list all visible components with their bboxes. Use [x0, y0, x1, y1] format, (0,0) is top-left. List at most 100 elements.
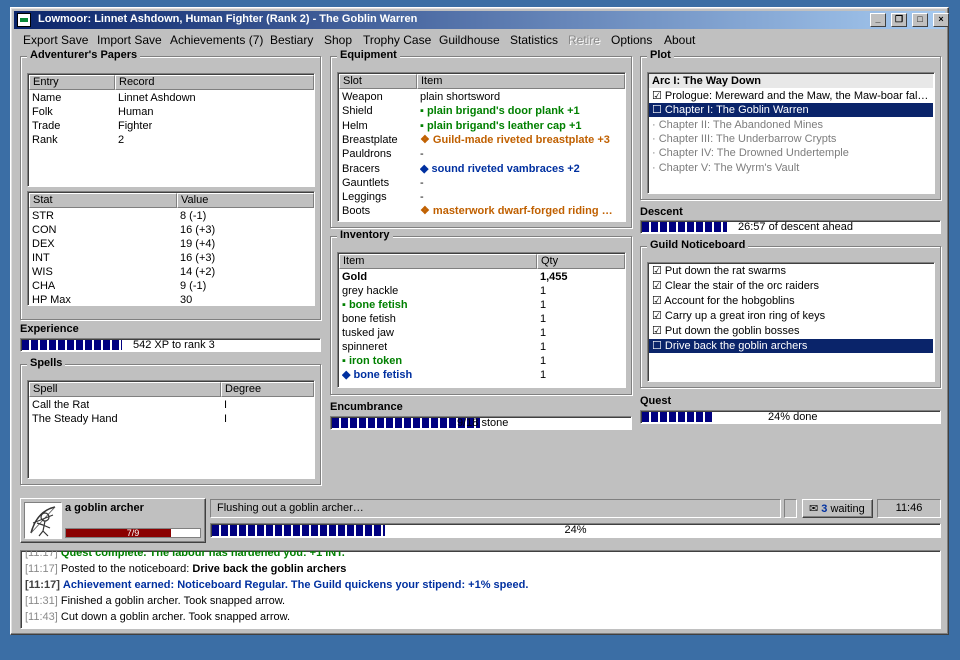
menu-bar: Export Save Import Save Achievements (7)… — [14, 31, 945, 49]
title-bar[interactable]: Lowmoor: Linnet Ashdown, Human Fighter (… — [14, 11, 949, 29]
stats-row[interactable]: INT 16 (+3) — [29, 251, 313, 265]
plot-item[interactable]: · Chapter III: The Underbarrow Crypts — [649, 132, 933, 146]
plot-item[interactable]: ☑ Prologue: Mereward and the Maw, the Ma… — [649, 89, 933, 103]
equipment-row[interactable]: Boots ❖ masterwork dwarf-forged riding … — [339, 204, 624, 218]
menu-bestiary[interactable]: Bestiary — [270, 33, 313, 47]
noticeboard-item[interactable]: ☐ Drive back the goblin archers — [649, 339, 933, 353]
stats-row[interactable]: HP Max 30 — [29, 293, 313, 306]
menu-shop[interactable]: Shop — [324, 33, 352, 47]
plot-arc-header: Arc I: The Way Down — [649, 74, 933, 88]
plot-item[interactable]: ☐ Chapter I: The Goblin Warren — [649, 103, 933, 118]
stats-list[interactable]: Stat Value STR 8 (-1) CON 16 (+3) DEX 19 (+4)… — [27, 191, 315, 306]
quest-bar-fill — [642, 412, 712, 422]
menu-import-save[interactable]: Import Save — [97, 33, 162, 47]
experience-label: Experience — [20, 323, 79, 335]
menu-trophy-case[interactable]: Trophy Case — [363, 33, 431, 47]
inventory-qty: 1 — [540, 299, 547, 311]
menu-achievements[interactable]: Achievements (7) — [170, 33, 263, 47]
log-line: [11:31] Finished a goblin archer. Took s… — [25, 595, 285, 607]
spells-list[interactable]: Spell Degree Call the Rat I The Steady Han… — [27, 380, 315, 479]
equipment-row[interactable]: Breastplate ❖ Guild-made riveted breastpl… — [339, 133, 624, 147]
stats-cell-value: 30 — [180, 294, 193, 306]
stats-cell-value: 14 (+2) — [180, 266, 216, 278]
plot-item[interactable]: · Chapter II: The Abandoned Mines — [649, 118, 933, 132]
stats-cell-key: CHA — [32, 280, 56, 292]
stats-cell-key: STR — [32, 210, 54, 222]
inventory-header-item[interactable]: Item — [339, 254, 537, 269]
inventory-row[interactable]: bone fetish 1 — [339, 312, 624, 326]
plot-list[interactable]: Arc I: The Way Down ☑ Prologue: Mereward… — [647, 72, 935, 194]
stats-cell-value: 19 (+4) — [180, 238, 216, 250]
plot-item[interactable]: · Chapter IV: The Drowned Undertemple — [649, 146, 933, 160]
noticeboard-item[interactable]: ☑ Account for the hobgoblins — [649, 294, 933, 308]
papers-row[interactable]: Trade Fighter — [29, 119, 313, 133]
equipment-row[interactable]: Bracers ◆ sound riveted vambraces +2 — [339, 162, 624, 176]
equipment-header-slot[interactable]: Slot — [339, 74, 417, 89]
equipment-row[interactable]: Shield ▪ plain brigand's door plank +1 — [339, 104, 624, 118]
inventory-row[interactable]: Gold 1,455 — [339, 270, 624, 284]
inventory-row[interactable] — [339, 382, 624, 387]
inventory-row[interactable]: spinneret 1 — [339, 340, 624, 354]
inventory-title: Inventory — [337, 229, 393, 241]
inventory-row[interactable]: ▪ bone fetish 1 — [339, 298, 624, 312]
papers-row[interactable]: Folk Human — [29, 105, 313, 119]
app-icon — [17, 13, 31, 27]
noticeboard-item[interactable]: ☑ Put down the rat swarms — [649, 264, 933, 278]
stats-header-stat[interactable]: Stat — [29, 193, 177, 208]
descent-bar-fill — [642, 222, 727, 232]
equipment-row[interactable]: Weapon plain shortsword — [339, 90, 624, 104]
spells-header-spell[interactable]: Spell — [29, 382, 221, 397]
noticeboard-list[interactable]: ☑ Put down the rat swarms ☑ Clear the sta… — [647, 262, 935, 382]
spells-row[interactable]: Call the Rat I — [29, 398, 313, 412]
event-log[interactable]: [11:17] Quest complete. The labour has h… — [20, 550, 941, 629]
minimize-button[interactable]: _ — [870, 13, 886, 27]
stats-row[interactable]: STR 8 (-1) — [29, 209, 313, 223]
inventory-row[interactable]: ▪ iron token 1 — [339, 354, 624, 368]
maximize-button[interactable]: □ — [912, 13, 928, 27]
spells-header-degree[interactable]: Degree — [221, 382, 314, 397]
menu-export-save[interactable]: Export Save — [23, 33, 88, 47]
papers-header-entry[interactable]: Entry — [29, 75, 115, 90]
plot-item[interactable]: · Chapter V: The Wyrm's Vault — [649, 161, 933, 175]
mail-button[interactable]: ✉ 3 waiting — [802, 499, 873, 518]
papers-row[interactable]: Name Linnet Ashdown — [29, 91, 313, 105]
equipment-header-item[interactable]: Item — [417, 74, 625, 89]
papers-list[interactable]: Entry Record Name Linnet Ashdown Folk Human… — [27, 73, 315, 187]
menu-statistics[interactable]: Statistics — [510, 33, 558, 47]
equipment-row[interactable]: Helm ▪ plain brigand's leather cap +1 — [339, 119, 624, 133]
stats-row[interactable]: CON 16 (+3) — [29, 223, 313, 237]
noticeboard-item[interactable]: ☑ Clear the stair of the orc raiders — [649, 279, 933, 293]
menu-options[interactable]: Options — [611, 33, 652, 47]
spells-row[interactable]: The Steady Hand I — [29, 412, 313, 426]
stats-cell-key: HP Max — [32, 294, 71, 306]
inventory-row[interactable]: ◆ bone fetish 1 — [339, 368, 624, 382]
stats-cell-key: INT — [32, 252, 50, 264]
equipment-row[interactable]: Pauldrons - — [339, 147, 624, 161]
experience-bar: 542 XP to rank 3 — [20, 338, 321, 352]
clock-panel: 11:46 — [877, 499, 941, 518]
stats-row[interactable]: WIS 14 (+2) — [29, 265, 313, 279]
noticeboard-item[interactable]: ☑ Put down the goblin bosses — [649, 324, 933, 338]
equipment-row[interactable]: Leggings - — [339, 190, 624, 204]
inventory-header-qty[interactable]: Qty — [537, 254, 625, 269]
log-text: Finished a goblin archer. Took snapped a… — [60, 595, 286, 607]
equipment-row[interactable]: Gauntlets - — [339, 176, 624, 190]
descent-bar: 26:57 of descent ahead — [640, 220, 941, 234]
noticeboard-item[interactable]: ☑ Carry up a great iron ring of keys — [649, 309, 933, 323]
papers-row[interactable]: Rank 2 — [29, 133, 313, 147]
stats-row[interactable]: DEX 19 (+4) — [29, 237, 313, 251]
stats-header-value[interactable]: Value — [177, 193, 314, 208]
papers-cell-value: Human — [118, 106, 154, 118]
stats-row[interactable]: CHA 9 (-1) — [29, 279, 313, 293]
inventory-row[interactable]: grey hackle 1 — [339, 284, 624, 298]
equipment-list[interactable]: Slot Item Weapon plain shortsword Shield ▪ … — [337, 72, 626, 222]
papers-header-record[interactable]: Record — [115, 75, 314, 90]
inventory-row[interactable]: tusked jaw 1 — [339, 326, 624, 340]
log-line: [11:17] Achievement earned: Noticeboard … — [25, 579, 528, 591]
close-button[interactable]: × — [933, 13, 949, 27]
inventory-list[interactable]: Item Qty Gold 1,455 grey hackle 1 ▪ bone fet… — [337, 252, 626, 388]
inventory-group: Inventory Item Qty Gold 1,455 grey hackle 1… — [330, 229, 632, 395]
menu-about[interactable]: About — [664, 33, 695, 47]
restore-button[interactable]: ❐ — [891, 13, 907, 27]
menu-guildhouse[interactable]: Guildhouse — [439, 33, 500, 47]
